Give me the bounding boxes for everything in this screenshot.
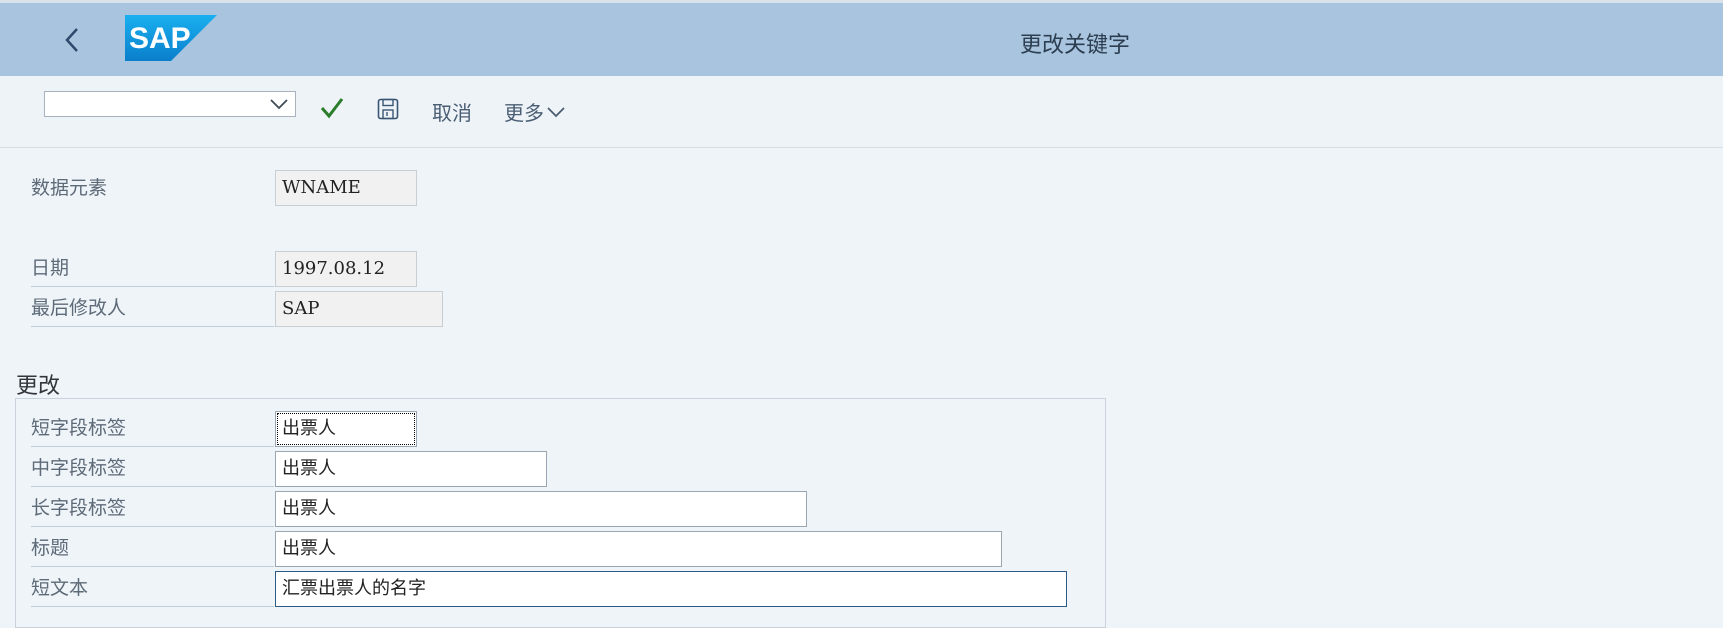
- short-label-label: 短字段标签: [31, 411, 274, 447]
- back-arrow-icon: [65, 28, 78, 52]
- medium-label-label: 中字段标签: [31, 451, 274, 487]
- back-button[interactable]: [54, 23, 90, 57]
- svg-text:SAP: SAP: [129, 22, 191, 55]
- chevron-down-icon: [547, 106, 565, 117]
- short-label-input[interactable]: 出票人: [275, 411, 417, 447]
- short-text-input[interactable]: 汇票出票人的名字: [275, 571, 1067, 607]
- heading-input[interactable]: 出票人: [275, 531, 1002, 567]
- data-element-label: 数据元素: [31, 177, 108, 199]
- last-changed-by-label: 最后修改人: [31, 291, 274, 327]
- toolbar: 取消 更多: [0, 76, 1723, 148]
- medium-label-input[interactable]: 出票人: [275, 451, 547, 487]
- shell-header: SAP 更改关键字: [0, 3, 1723, 76]
- command-field-dropdown[interactable]: [44, 91, 296, 117]
- date-label: 日期: [31, 251, 274, 287]
- checkmark-icon[interactable]: [320, 96, 344, 120]
- date-field: 1997.08.12: [275, 251, 417, 287]
- long-label-input[interactable]: 出票人: [275, 491, 807, 527]
- data-element-field: WNAME: [275, 170, 417, 206]
- cancel-button[interactable]: 取消: [432, 97, 472, 126]
- last-changed-by-field: SAP: [275, 291, 443, 327]
- long-label-label: 长字段标签: [31, 491, 274, 527]
- save-icon[interactable]: [377, 98, 399, 120]
- page-title: 更改关键字: [1020, 33, 1131, 58]
- chevron-down-icon: [270, 99, 288, 110]
- sap-logo: SAP: [125, 15, 217, 61]
- change-group-title: 更改: [16, 374, 61, 399]
- more-menu-button[interactable]: 更多: [504, 97, 566, 126]
- more-label: 更多: [504, 101, 544, 125]
- short-text-label: 短文本: [31, 571, 274, 607]
- heading-label: 标题: [31, 531, 274, 567]
